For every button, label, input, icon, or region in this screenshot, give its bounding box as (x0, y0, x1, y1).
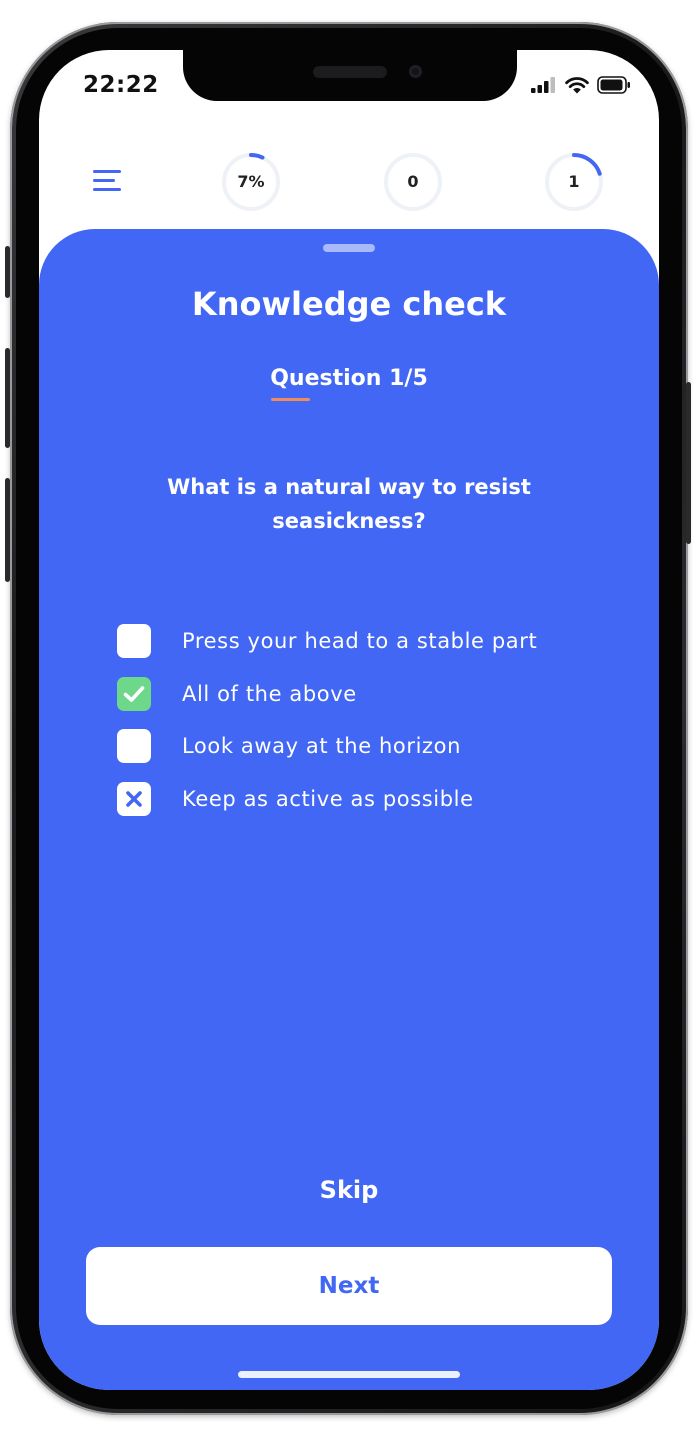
notch (183, 50, 517, 101)
top-bar: 7% 0 1 (39, 146, 659, 226)
checkmark-icon (123, 685, 145, 702)
question-counter: Question 1/5 (270, 366, 428, 391)
progress-ring: 7% (221, 152, 281, 212)
answer-option[interactable]: Press your head to a stable part (117, 615, 597, 668)
question-counter-underline (271, 398, 310, 401)
mute-switch (5, 246, 10, 298)
hamburger-menu-icon[interactable] (93, 170, 123, 194)
answer-option[interactable]: Look away at the horizon (117, 720, 597, 773)
status-icons (531, 76, 631, 94)
signal-icon (531, 77, 555, 93)
checkbox-checked[interactable] (117, 676, 151, 711)
counter-ring-1: 0 (383, 152, 443, 212)
counter-ring-1-label: 0 (407, 172, 419, 191)
volume-up-button (5, 348, 10, 448)
next-button[interactable]: Next (86, 1247, 612, 1325)
checkbox-unchecked[interactable] (117, 729, 151, 764)
answer-option-label: Press your head to a stable part (182, 629, 538, 654)
battery-icon (597, 76, 630, 94)
cross-icon (126, 790, 142, 807)
quiz-title: Knowledge check (191, 285, 507, 323)
checkbox-unchecked[interactable] (117, 624, 151, 659)
sheet-grabber[interactable] (323, 244, 375, 252)
skip-button[interactable]: Skip (39, 1176, 659, 1204)
answer-option-label: Keep as active as possible (182, 786, 474, 811)
speaker-grille (313, 66, 387, 78)
home-indicator[interactable] (238, 1371, 460, 1378)
answer-option-label: All of the above (182, 681, 357, 706)
answer-options: Press your head to a stable part All of … (117, 615, 597, 825)
answer-option-label: Look away at the horizon (182, 734, 462, 759)
volume-down-button (5, 478, 10, 582)
counter-ring-2-label: 1 (568, 172, 580, 191)
app-screen: 22:22 7% 0 1 Knowledge check Question 1/… (39, 50, 659, 1390)
quiz-sheet: Knowledge check Question 1/5 What is a n… (39, 229, 659, 1390)
counter-ring-2: 1 (544, 152, 604, 212)
power-button (686, 382, 691, 544)
checkbox-crossed[interactable] (117, 781, 151, 816)
progress-ring-label: 7% (237, 172, 265, 191)
answer-option[interactable]: All of the above (117, 668, 597, 721)
front-camera (409, 65, 422, 78)
answer-option[interactable]: Keep as active as possible (117, 773, 597, 826)
wifi-icon (565, 77, 589, 94)
status-time: 22:22 (83, 72, 159, 98)
question-text: What is a natural way to resist seasickn… (167, 475, 531, 533)
